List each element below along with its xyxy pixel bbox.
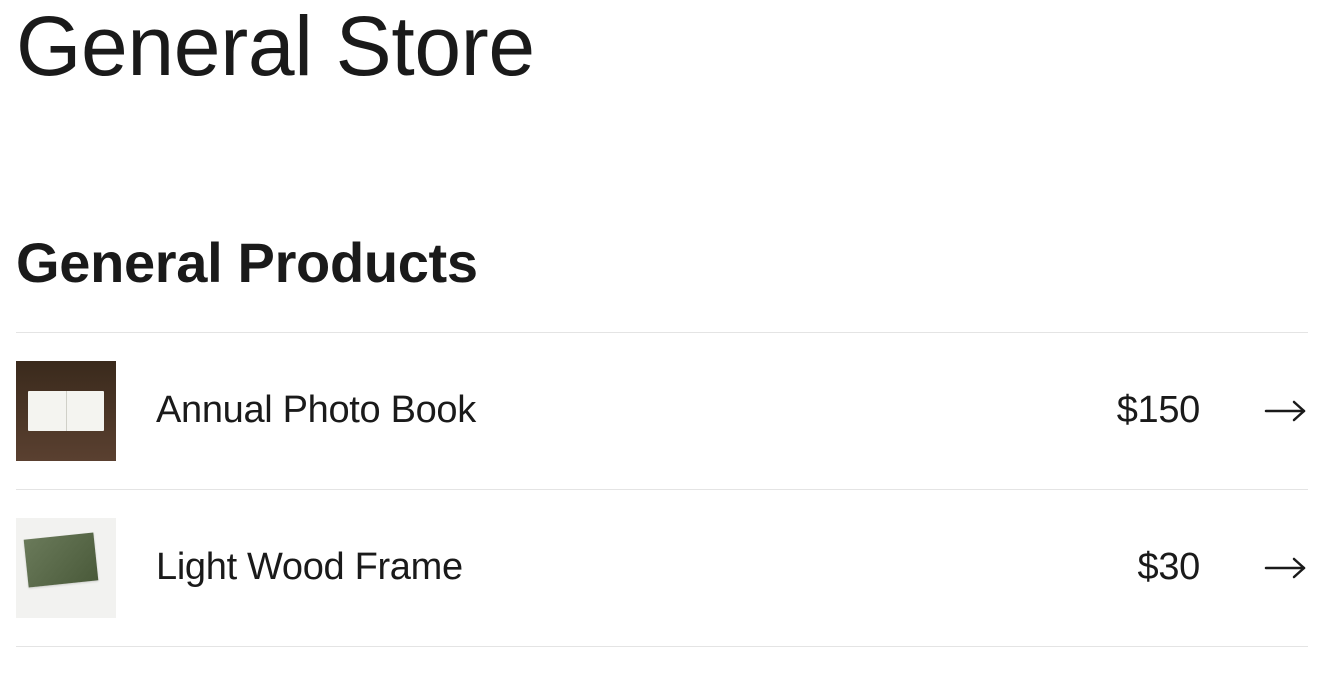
product-row[interactable]: Light Wood Frame $30 (16, 490, 1308, 647)
product-thumbnail (16, 518, 116, 618)
product-list: Annual Photo Book $150 Light Wood Frame … (16, 332, 1308, 647)
product-thumbnail (16, 361, 116, 461)
product-name: Annual Photo Book (156, 389, 1077, 432)
product-row[interactable]: Annual Photo Book $150 (16, 333, 1308, 490)
product-price: $150 (1117, 389, 1200, 432)
product-price: $30 (1138, 546, 1200, 589)
section-title: General Products (16, 232, 1308, 294)
product-name: Light Wood Frame (156, 546, 1098, 589)
arrow-right-icon[interactable] (1264, 395, 1308, 427)
arrow-right-icon[interactable] (1264, 552, 1308, 584)
page-title: General Store (16, 0, 1308, 92)
